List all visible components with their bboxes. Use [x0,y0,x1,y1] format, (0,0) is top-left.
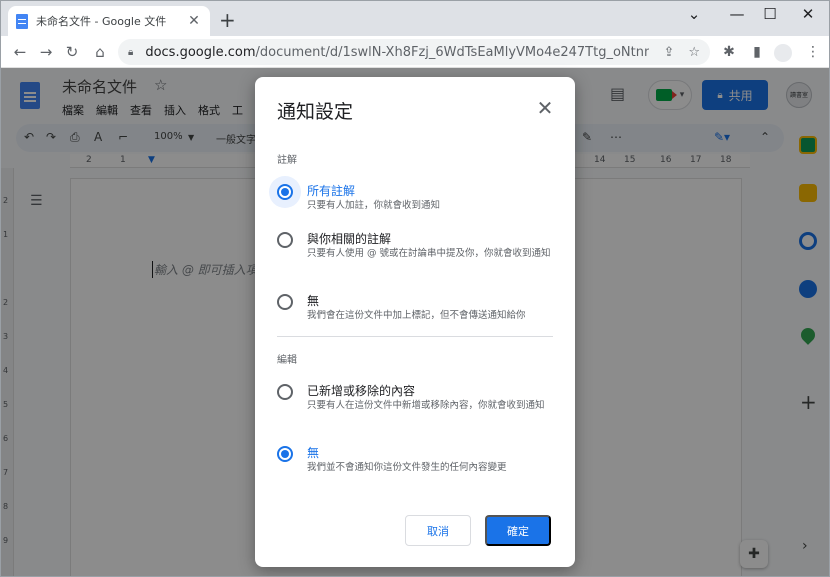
back-icon[interactable]: ← [10,42,30,62]
new-tab-button[interactable]: + [219,10,236,30]
radio-button[interactable] [277,232,293,248]
radio-button-selected[interactable] [277,446,293,462]
url-path: /document/d/1swlN-Xh8Fzj_6WdTsEaMlyVMo4e… [255,44,650,60]
menu-kebab-icon[interactable]: ⋮ [804,44,822,60]
option-description: 只要有人加註，你就會收到通知 [307,200,441,211]
option-description: 我們並不會通知你這份文件發生的任何內容變更 [307,462,507,473]
option-title: 已新增或移除的內容 [307,384,416,398]
radio-button[interactable] [277,294,293,310]
close-icon[interactable]: ✕ [534,97,556,119]
option-title: 所有註解 [307,184,356,198]
url-host: docs.google.com [145,44,256,60]
radio-button-selected[interactable] [277,184,293,200]
section-label-comments: 註解 [277,155,297,166]
option-title: 無 [307,294,320,308]
dialog-title: 通知設定 [277,101,354,123]
reload-icon[interactable]: ↻ [62,42,82,62]
radio-button[interactable] [277,384,293,400]
url-text: docs.google.com/document/d/1swlN-Xh8Fzj_… [145,45,649,60]
home-icon[interactable]: ⌂ [90,42,110,62]
lock-icon[interactable]: 🔒︎ [128,47,133,58]
bookmark-star-icon[interactable]: ☆ [688,45,700,60]
minimize-button[interactable]: — [727,5,747,23]
option-title: 無 [307,446,320,460]
browser-tab[interactable]: 未命名文件 - Google 文件 ✕ [8,6,210,36]
close-window-button[interactable]: ✕ [798,5,818,23]
section-divider [277,336,553,337]
notification-settings-dialog: 通知設定 ✕ 註解 所有註解 只要有人加註，你就會收到通知 與你相關的註解 只要… [255,77,575,567]
option-title: 與你相關的註解 [307,232,392,246]
share-page-icon[interactable]: ⇪ [663,45,674,60]
extensions-icon[interactable]: ✱ [720,44,738,60]
tab-search-icon[interactable]: ⌄ [684,5,704,23]
confirm-button[interactable]: 確定 [485,515,551,546]
browser-toolbar: ← → ↻ ⌂ 🔒︎ docs.google.com/document/d/1s… [0,36,830,68]
maximize-button[interactable]: ☐ [760,5,780,23]
option-description: 只要有人在這份文件中新增或移除內容，你就會收到通知 [307,400,545,411]
option-description: 只要有人使用 @ 號或在討論串中提及你，你就會收到通知 [307,248,551,259]
profile-avatar-icon[interactable] [774,44,792,62]
cancel-button[interactable]: 取消 [405,515,471,546]
tab-close-icon[interactable]: ✕ [186,13,202,29]
option-description: 我們會在這份文件中加上標記，但不會傳送通知給你 [307,310,526,321]
tab-strip: 未命名文件 - Google 文件 ✕ + ⌄ — ☐ ✕ [0,0,830,36]
address-bar[interactable]: 🔒︎ docs.google.com/document/d/1swlN-Xh8F… [118,39,710,65]
side-panel-icon[interactable]: ▮ [748,44,766,60]
forward-icon[interactable]: → [36,42,56,62]
docs-favicon-icon [16,13,28,29]
tab-title: 未命名文件 - Google 文件 [36,15,167,28]
section-label-edits: 編輯 [277,355,297,366]
